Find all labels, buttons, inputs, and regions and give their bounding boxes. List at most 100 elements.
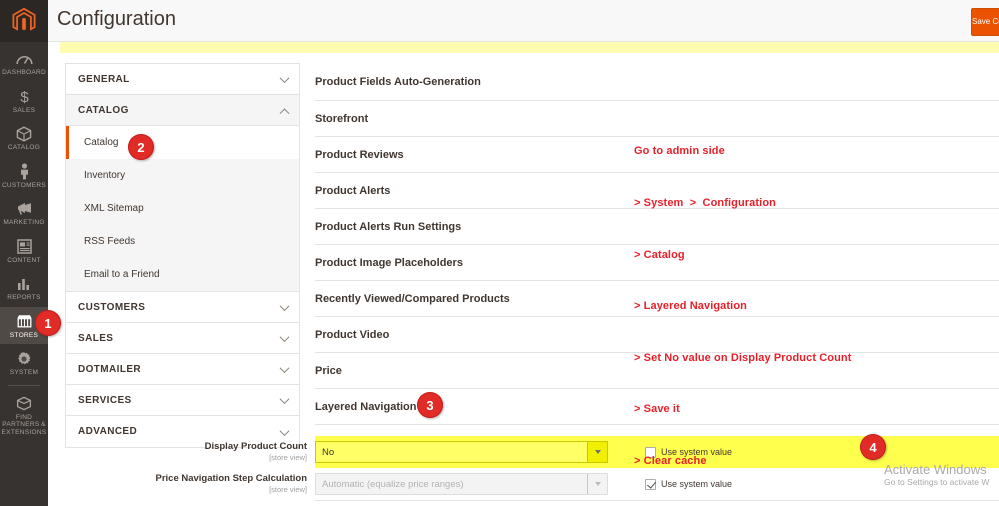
magento-logo[interactable]	[0, 0, 48, 42]
config-section-sales-label: SALES	[78, 332, 114, 344]
dollar-sign-icon: $	[17, 88, 32, 105]
config-section-services[interactable]: SERVICES	[66, 385, 299, 416]
sidebar-item-find-partners-label: FIND PARTNERS & EXTENSIONS	[1, 413, 47, 436]
sidebar-item-customers[interactable]: CUSTOMERS	[0, 157, 48, 195]
config-subitem-catalog-label: Catalog	[84, 137, 119, 148]
field-scope-text: [store view]	[269, 453, 307, 462]
annotation-line: > Catalog	[634, 248, 685, 261]
chevron-down-icon	[587, 474, 607, 494]
annotation-line: Go to admin side	[634, 145, 725, 158]
sidebar-item-content-label: CONTENT	[7, 256, 41, 264]
config-subitem-rss-feeds-label: RSS Feeds	[84, 236, 136, 247]
config-section-catalog[interactable]: CATALOG	[66, 95, 299, 126]
megaphone-icon	[16, 200, 33, 217]
annotation-line: > Save it	[634, 403, 680, 416]
bar-chart-icon	[16, 275, 32, 292]
config-section-dotmailer-label: DOTMAILER	[78, 363, 142, 375]
save-config-button[interactable]: Save Config	[971, 8, 999, 36]
config-subitem-email-to-a-friend-label: Email to a Friend	[84, 269, 160, 280]
config-section-general[interactable]: GENERAL	[66, 64, 299, 95]
price-navigation-step-label: Price Navigation Step Calculation [store…	[115, 473, 315, 495]
display-product-count-select[interactable]: No	[315, 441, 608, 463]
chevron-down-icon	[279, 394, 290, 405]
section-title: Storefront	[315, 112, 369, 125]
section-title: Product Alerts	[315, 184, 391, 197]
config-section-customers-label: CUSTOMERS	[78, 301, 146, 313]
config-subitem-xml-sitemap[interactable]: XML Sitemap	[66, 192, 299, 225]
page-header: Configuration Save Config	[48, 0, 999, 42]
config-section-general-label: GENERAL	[78, 73, 130, 85]
sidebar-item-reports[interactable]: REPORTS	[0, 269, 48, 307]
magento-admin-configuration-page: DASHBOARD $ SALES CATALOG CUSTOMERS MARK…	[0, 0, 999, 506]
config-section-dotmailer[interactable]: DOTMAILER	[66, 354, 299, 385]
step-badge-4: 4	[860, 434, 886, 460]
annotation-line: > Clear cache	[634, 455, 707, 468]
section-title: Product Video	[315, 328, 390, 341]
annotation-line: > Set No value on Display Product Count	[634, 351, 852, 364]
chevron-down-icon	[279, 363, 290, 374]
chevron-up-icon	[279, 108, 290, 119]
sidebar-item-marketing[interactable]: MARKETING	[0, 194, 48, 232]
sidebar-item-system[interactable]: SYSTEM	[0, 344, 48, 382]
sidebar-item-dashboard[interactable]: DASHBOARD	[0, 42, 48, 82]
chevron-down-icon	[279, 73, 290, 84]
magento-logo-icon	[12, 8, 36, 34]
section-title: Product Reviews	[315, 148, 404, 161]
config-subitem-xml-sitemap-label: XML Sitemap	[84, 203, 144, 214]
sidebar-item-content[interactable]: CONTENT	[0, 232, 48, 270]
config-section-sales[interactable]: SALES	[66, 323, 299, 354]
display-product-count-label: Display Product Count [store view]	[115, 441, 315, 463]
sidebar-item-sales-label: SALES	[12, 106, 36, 114]
price-navigation-step-value: Automatic (equalize price ranges)	[322, 478, 464, 490]
instruction-annotation: Go to admin side > System > Configuratio…	[634, 109, 852, 505]
annotation-line: > System > Configuration	[634, 197, 776, 210]
price-navigation-step-select: Automatic (equalize price ranges)	[315, 473, 608, 495]
sidebar-item-sales[interactable]: $ SALES	[0, 82, 48, 120]
field-label-text: Display Product Count	[204, 441, 307, 452]
field-scope-text: [store view]	[269, 485, 307, 494]
sidebar-item-marketing-label: MARKETING	[3, 219, 45, 226]
step-badge-1: 1	[35, 310, 61, 336]
sidebar-divider	[8, 384, 40, 386]
chevron-down-icon	[587, 442, 607, 462]
package-icon	[16, 395, 32, 412]
sidebar-item-reports-label: REPORTS	[7, 294, 41, 301]
section-title: Layered Navigation	[315, 400, 417, 413]
config-subitem-inventory-label: Inventory	[84, 170, 126, 181]
chevron-down-icon	[279, 332, 290, 343]
page-title: Configuration	[57, 8, 176, 30]
config-section-catalog-label: CATALOG	[78, 104, 129, 116]
box-icon	[16, 125, 32, 142]
config-section-customers[interactable]: CUSTOMERS	[66, 292, 299, 323]
config-catalog-subitems: Catalog Inventory XML Sitemap RSS Feeds …	[66, 126, 299, 292]
person-icon	[19, 162, 30, 180]
step-badge-3: 3	[417, 392, 443, 418]
step-badge-2: 2	[128, 134, 154, 160]
field-label-text: Price Navigation Step Calculation	[155, 473, 307, 484]
section-title: Product Image Placeholders	[315, 256, 463, 269]
chevron-down-icon	[279, 425, 290, 436]
section-product-fields-auto-generation[interactable]: Product Fields Auto-Generation	[315, 63, 999, 101]
sidebar-item-catalog-label: CATALOG	[7, 144, 41, 151]
sidebar-item-system-label: SYSTEM	[9, 369, 39, 376]
config-section-services-label: SERVICES	[78, 394, 132, 406]
config-subitem-inventory[interactable]: Inventory	[66, 159, 299, 192]
gear-icon	[16, 350, 32, 367]
admin-sidebar: DASHBOARD $ SALES CATALOG CUSTOMERS MARK…	[0, 0, 48, 506]
config-subitem-catalog[interactable]: Catalog	[66, 126, 299, 159]
sidebar-item-catalog[interactable]: CATALOG	[0, 119, 48, 157]
config-subitem-rss-feeds[interactable]: RSS Feeds	[66, 225, 299, 258]
highlight-bar	[60, 42, 999, 53]
dashboard-gauge-icon	[15, 50, 33, 67]
chevron-down-icon	[279, 301, 290, 312]
section-title: Product Alerts Run Settings	[315, 220, 462, 233]
storefront-icon	[16, 313, 33, 330]
sidebar-item-dashboard-label: DASHBOARD	[2, 69, 46, 76]
annotation-line: > Layered Navigation	[634, 300, 747, 313]
content-area: GENERAL CATALOG Catalog Inventory XML Si…	[48, 42, 999, 506]
config-subitem-email-to-a-friend[interactable]: Email to a Friend	[66, 258, 299, 291]
svg-text:$: $	[20, 89, 29, 105]
sidebar-item-find-partners[interactable]: FIND PARTNERS & EXTENSIONS	[0, 389, 48, 442]
section-title: Product Fields Auto-Generation	[315, 75, 481, 88]
layout-page-icon	[16, 238, 32, 255]
